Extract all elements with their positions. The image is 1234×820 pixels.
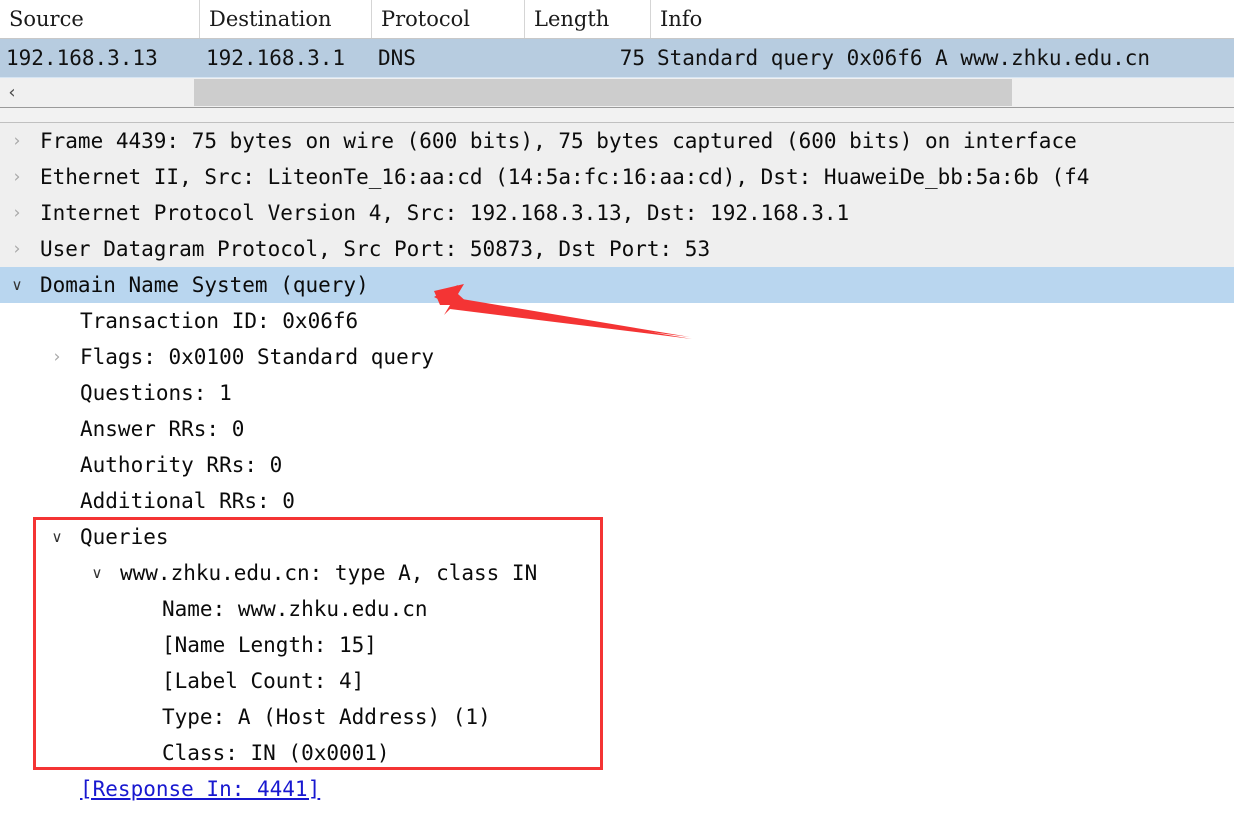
detail-tree-row[interactable]: ∨ Queries xyxy=(0,519,1234,555)
pane-divider xyxy=(0,108,1234,123)
detail-tree-row[interactable]: Additional RRs: 0 xyxy=(0,483,1234,519)
chevron-down-icon[interactable]: ∨ xyxy=(6,267,28,303)
detail-tree-label: User Datagram Protocol, Src Port: 50873,… xyxy=(40,237,711,261)
detail-tree-row[interactable]: Authority RRs: 0 xyxy=(0,447,1234,483)
detail-tree-row[interactable]: › Frame 4439: 75 bytes on wire (600 bits)… xyxy=(0,123,1234,159)
column-header-protocol[interactable]: Protocol xyxy=(372,0,525,38)
packet-list-rows[interactable]: 192.168.3.13 192.168.3.1 DNS 75 Standard que… xyxy=(0,39,1234,78)
column-header-length[interactable]: Length xyxy=(525,0,651,38)
detail-tree-label: [Label Count: 4] xyxy=(162,669,365,693)
detail-tree-row[interactable]: Answer RRs: 0 xyxy=(0,411,1234,447)
detail-tree-label: Questions: 1 xyxy=(80,381,232,405)
chevron-left-icon[interactable]: ‹ xyxy=(0,78,24,107)
detail-tree-row[interactable]: Class: IN (0x0001) xyxy=(0,735,1234,771)
column-header-destination[interactable]: Destination xyxy=(200,0,372,38)
chevron-right-icon[interactable]: › xyxy=(6,123,28,159)
chevron-right-icon[interactable]: › xyxy=(6,231,28,267)
detail-tree-label: Flags: 0x0100 Standard query xyxy=(80,345,435,369)
scrollbar-thumb[interactable] xyxy=(194,79,1012,106)
detail-tree-label: Name: www.zhku.edu.cn xyxy=(162,597,428,621)
detail-tree-row[interactable]: [Response In: 4441] xyxy=(0,771,1234,807)
packet-list-pane[interactable]: Source Destination Protocol Length Info 192.… xyxy=(0,0,1234,78)
detail-tree-row[interactable]: [Name Length: 15] xyxy=(0,627,1234,663)
detail-tree-label: Authority RRs: 0 xyxy=(80,453,283,477)
detail-tree-label: Frame 4439: 75 bytes on wire (600 bits),… xyxy=(40,129,1090,153)
detail-tree-row[interactable]: › Ethernet II, Src: LiteonTe_16:aa:cd (14… xyxy=(0,159,1234,195)
cell-info: Standard query 0x06f6 A www.zhku.edu.cn xyxy=(657,46,1151,70)
packet-detail-pane[interactable]: › Frame 4439: 75 bytes on wire (600 bits)… xyxy=(0,123,1234,820)
packet-list-horizontal-scrollbar[interactable]: ‹ xyxy=(0,78,1234,108)
detail-tree-label: Class: IN (0x0001) xyxy=(162,741,390,765)
detail-tree-row[interactable]: › User Datagram Protocol, Src Port: 50873… xyxy=(0,231,1234,267)
detail-tree-row[interactable]: › Flags: 0x0100 Standard query xyxy=(0,339,1234,375)
column-header-info[interactable]: Info xyxy=(651,0,1234,38)
detail-tree-label: www.zhku.edu.cn: type A, class IN xyxy=(120,561,538,585)
detail-tree-label: [Name Length: 15] xyxy=(162,633,377,657)
detail-tree-label: Internet Protocol Version 4, Src: 192.16… xyxy=(40,201,850,225)
response-in-link[interactable]: [Response In: 4441] xyxy=(80,771,320,807)
detail-tree-row[interactable]: [Label Count: 4] xyxy=(0,663,1234,699)
detail-tree-row[interactable]: Name: www.zhku.edu.cn xyxy=(0,591,1234,627)
detail-tree-label: Type: A (Host Address) (1) xyxy=(162,705,491,729)
detail-tree-row[interactable]: › Internet Protocol Version 4, Src: 192.1… xyxy=(0,195,1234,231)
detail-tree-row[interactable]: ∨ Domain Name System (query) xyxy=(0,267,1234,303)
table-row[interactable]: 192.168.3.13 192.168.3.1 DNS 75 Standard que… xyxy=(0,39,1234,77)
chevron-right-icon[interactable]: › xyxy=(6,195,28,231)
cell-length: 75 xyxy=(619,46,645,70)
detail-tree-label: Transaction ID: 0x06f6 xyxy=(80,309,359,333)
chevron-down-icon[interactable]: ∨ xyxy=(86,555,108,591)
column-header-source[interactable]: Source xyxy=(0,0,200,38)
chevron-right-icon[interactable]: › xyxy=(6,159,28,195)
chevron-down-icon[interactable]: ∨ xyxy=(46,519,68,555)
detail-tree-label: Domain Name System (query) xyxy=(40,273,369,297)
cell-source: 192.168.3.13 xyxy=(6,46,158,70)
cell-protocol: DNS xyxy=(378,46,416,70)
detail-tree-label: Ethernet II, Src: LiteonTe_16:aa:cd (14:… xyxy=(40,165,1090,189)
detail-tree-row[interactable]: Type: A (Host Address) (1) xyxy=(0,699,1234,735)
chevron-right-icon[interactable]: › xyxy=(46,339,68,375)
detail-tree-label: Queries xyxy=(80,525,169,549)
packet-list-column-headers: Source Destination Protocol Length Info xyxy=(0,0,1234,39)
detail-tree-label: Additional RRs: 0 xyxy=(80,489,295,513)
detail-tree-label: Answer RRs: 0 xyxy=(80,417,245,441)
detail-tree-row[interactable]: Questions: 1 xyxy=(0,375,1234,411)
cell-destination: 192.168.3.1 xyxy=(206,46,346,70)
detail-tree-row[interactable]: ∨ www.zhku.edu.cn: type A, class IN xyxy=(0,555,1234,591)
detail-tree-row[interactable]: Transaction ID: 0x06f6 xyxy=(0,303,1234,339)
